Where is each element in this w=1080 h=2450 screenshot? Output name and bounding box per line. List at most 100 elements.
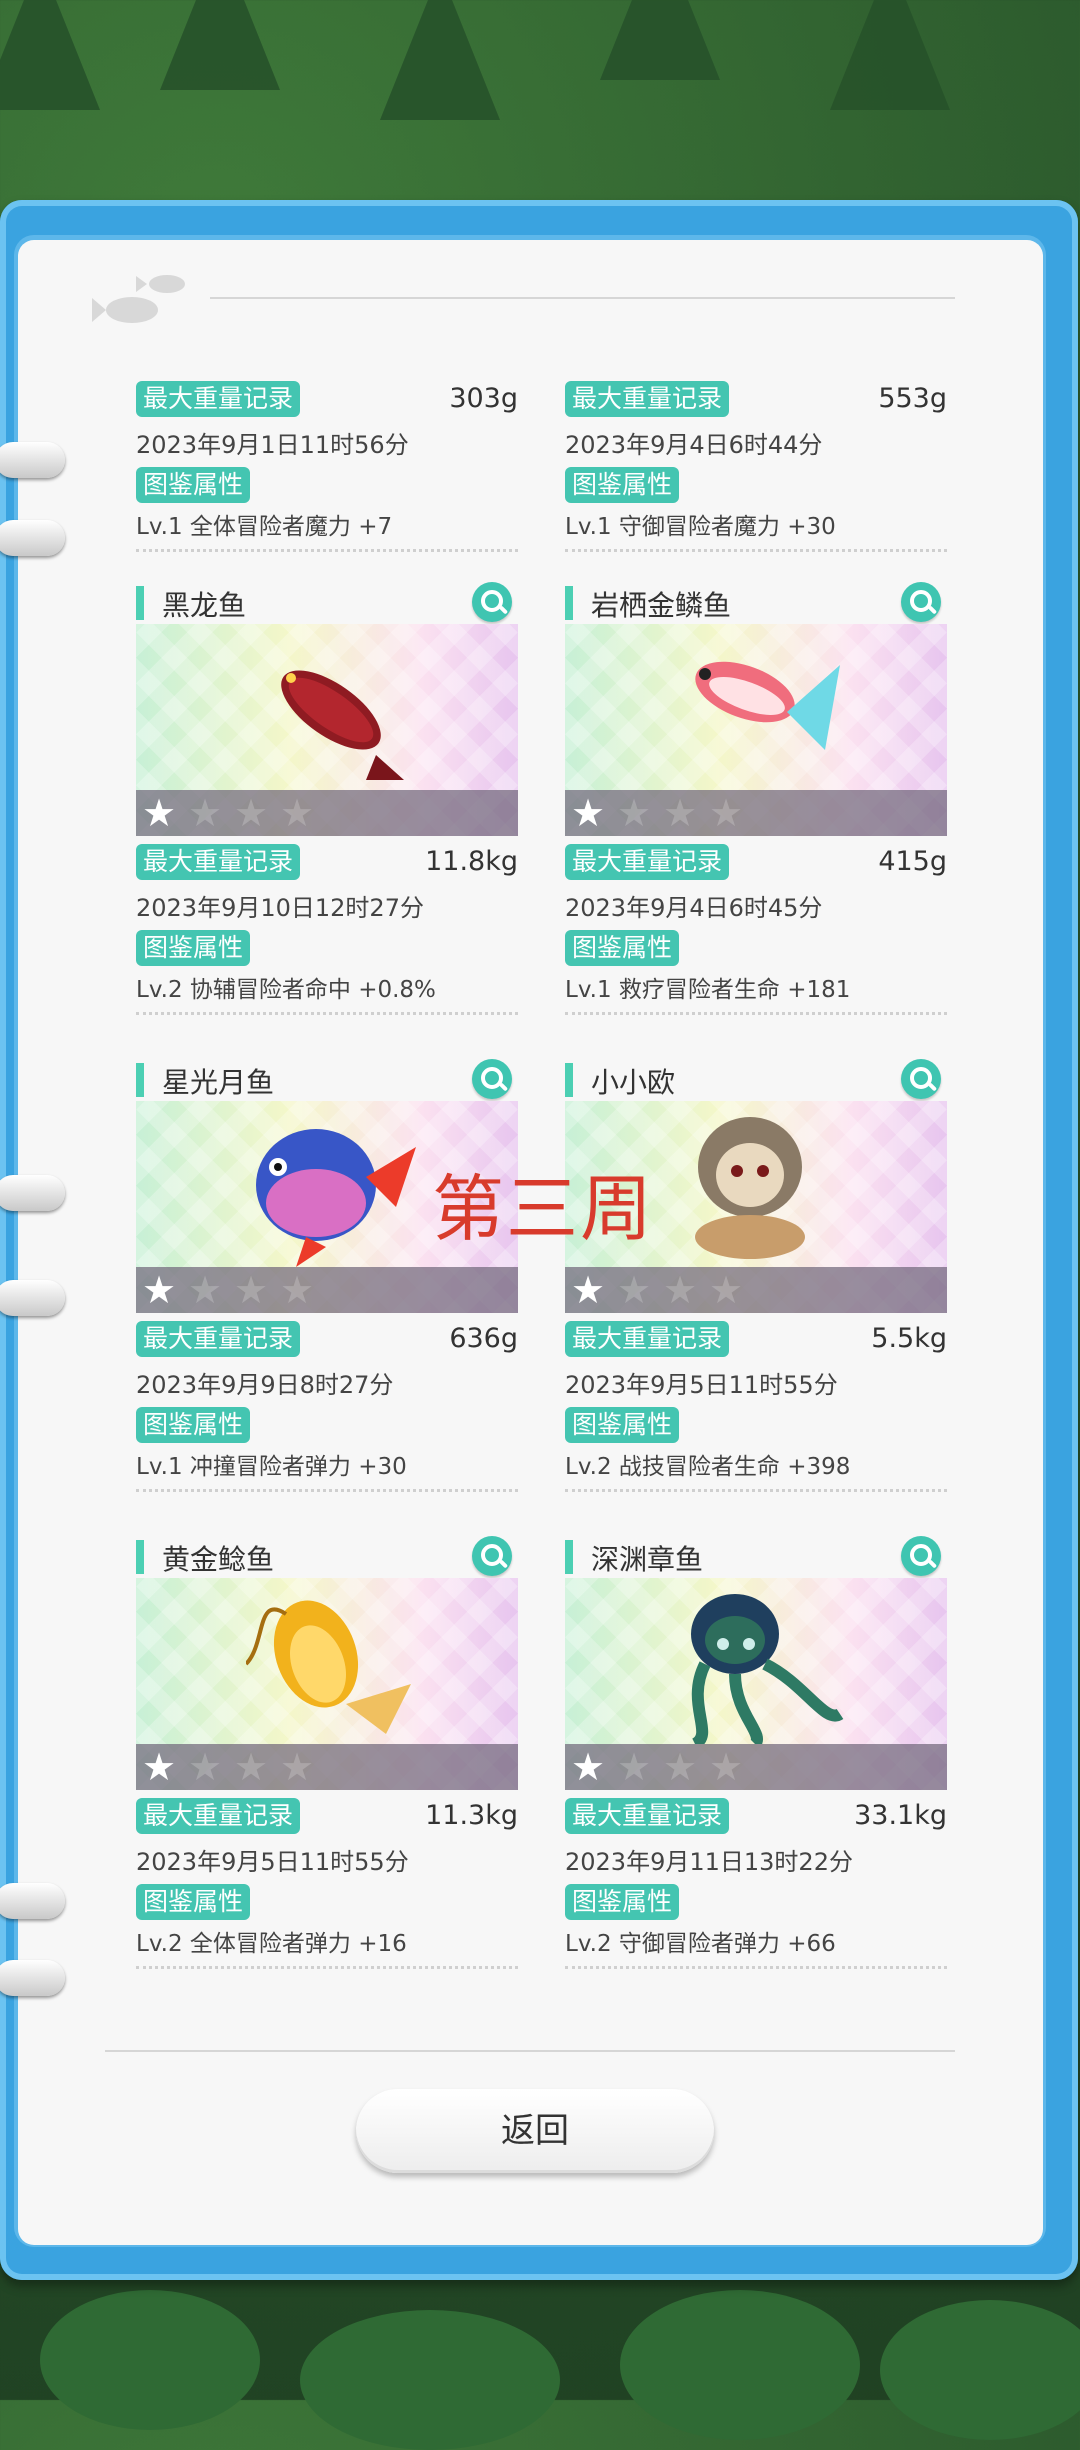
star-icon: ★ bbox=[142, 1745, 177, 1789]
attribute-tag: 图鉴属性 bbox=[136, 467, 251, 503]
attribute-tag: 图鉴属性 bbox=[136, 1407, 251, 1443]
title-accent-bar bbox=[565, 1063, 573, 1097]
star-icon: ★ bbox=[663, 791, 698, 835]
magnifier-icon[interactable] bbox=[901, 1536, 941, 1576]
attribute-tag: 图鉴属性 bbox=[565, 467, 680, 503]
weight-record-value: 11.3kg bbox=[425, 1800, 518, 1831]
magnifier-icon[interactable] bbox=[901, 582, 941, 622]
fish-title-row: 深渊章鱼 bbox=[565, 1534, 947, 1578]
star-icon: ★ bbox=[709, 791, 744, 835]
title-accent-bar bbox=[565, 586, 573, 620]
star-icon: ★ bbox=[280, 791, 315, 835]
weight-record-row: 最大重量记录 33.1kg bbox=[565, 1798, 947, 1840]
attribute-tag: 图鉴属性 bbox=[565, 1407, 680, 1443]
magnifier-icon[interactable] bbox=[472, 582, 512, 622]
fish-title-row: 黄金鲶鱼 bbox=[136, 1534, 518, 1578]
fish-logo-icon bbox=[92, 268, 202, 342]
fish-card[interactable]: 岩栖金鳞鱼 ★ ★ ★ ★ 最大重量记录 415g 2023年9月4日6时45分 图鉴… bbox=[565, 580, 947, 1015]
attribute-text: Lv.2 全体冒险者弹力 +16 bbox=[136, 1931, 407, 1957]
attribute-text: Lv.1 全体冒险者魔力 +7 bbox=[136, 514, 393, 540]
attribute-tag: 图鉴属性 bbox=[565, 1884, 680, 1920]
dotted-divider bbox=[136, 549, 518, 552]
fish-image-panel[interactable]: ★ ★ ★ ★ bbox=[136, 1578, 518, 1790]
back-button[interactable]: 返回 bbox=[356, 2089, 714, 2173]
rarity-stars: ★ ★ ★ ★ bbox=[565, 1744, 947, 1790]
weight-record-tag: 最大重量记录 bbox=[565, 381, 730, 417]
star-icon: ★ bbox=[617, 1745, 652, 1789]
fish-illustration bbox=[675, 1584, 845, 1750]
dotted-divider bbox=[136, 1489, 518, 1492]
rarity-stars: ★ ★ ★ ★ bbox=[136, 790, 518, 836]
magnifier-icon[interactable] bbox=[901, 1059, 941, 1099]
fish-title-row: 黑龙鱼 bbox=[136, 580, 518, 624]
fish-illustration bbox=[675, 1107, 825, 1271]
rarity-stars: ★ ★ ★ ★ bbox=[136, 1744, 518, 1790]
binder-ring bbox=[0, 520, 65, 556]
weight-record-value: 11.8kg bbox=[425, 846, 518, 877]
fish-card[interactable]: 星光月鱼 ★ ★ ★ ★ 最大重量记录 636g 2023年9月9日8时27分 图鉴属… bbox=[136, 1057, 518, 1492]
attribute-tag-row: 图鉴属性 bbox=[136, 930, 518, 970]
fish-image-panel[interactable]: ★ ★ ★ ★ bbox=[565, 624, 947, 836]
attribute-tag-row: 图鉴属性 bbox=[136, 1407, 518, 1447]
fish-title-row: 岩栖金鳞鱼 bbox=[565, 580, 947, 624]
star-icon: ★ bbox=[142, 791, 177, 835]
attribute-tag-row: 图鉴属性 bbox=[136, 467, 518, 507]
fish-card[interactable]: 黑龙鱼 ★ ★ ★ ★ 最大重量记录 11.8kg 2023年9月10日12时27分 … bbox=[136, 580, 518, 1015]
attribute-text: Lv.2 战技冒险者生命 +398 bbox=[565, 1454, 851, 1480]
rarity-stars: ★ ★ ★ ★ bbox=[565, 790, 947, 836]
weight-record-tag: 最大重量记录 bbox=[136, 381, 301, 417]
weight-record-row: 最大重量记录 11.8kg bbox=[136, 844, 518, 886]
star-icon: ★ bbox=[234, 1745, 269, 1789]
attribute-tag-row: 图鉴属性 bbox=[565, 467, 947, 507]
star-icon: ★ bbox=[663, 1745, 698, 1789]
fish-illustration bbox=[675, 630, 845, 784]
star-icon: ★ bbox=[571, 1268, 606, 1312]
fish-name: 黄金鲶鱼 bbox=[162, 1543, 275, 1576]
star-icon: ★ bbox=[280, 1268, 315, 1312]
record-date: 2023年9月9日8时27分 bbox=[136, 1371, 394, 1399]
dotted-divider bbox=[565, 1966, 947, 1969]
star-icon: ★ bbox=[571, 791, 606, 835]
star-icon: ★ bbox=[234, 1268, 269, 1312]
fish-image-panel[interactable]: ★ ★ ★ ★ bbox=[136, 624, 518, 836]
fish-name: 小小欧 bbox=[591, 1066, 676, 1099]
attribute-tag-row: 图鉴属性 bbox=[565, 1407, 947, 1447]
star-icon: ★ bbox=[280, 1745, 315, 1789]
attribute-tag-row: 图鉴属性 bbox=[136, 1884, 518, 1924]
dotted-divider bbox=[565, 1012, 947, 1015]
header-divider bbox=[210, 297, 955, 299]
weight-record-row: 最大重量记录 303g bbox=[136, 381, 518, 423]
magnifier-icon[interactable] bbox=[472, 1059, 512, 1099]
record-date: 2023年9月4日6时44分 bbox=[565, 431, 823, 459]
weight-record-value: 415g bbox=[878, 846, 947, 877]
star-icon: ★ bbox=[709, 1745, 744, 1789]
fish-card[interactable]: 最大重量记录 303g 2023年9月1日11时56分 图鉴属性 Lv.1 全体… bbox=[136, 373, 518, 552]
fish-card[interactable]: 深渊章鱼 ★ ★ ★ ★ 最大重量记录 33.1kg 2023年9月11日13时22分… bbox=[565, 1534, 947, 1969]
fish-card[interactable]: 黄金鲶鱼 ★ ★ ★ ★ 最大重量记录 11.3kg 2023年9月5日11时55分 … bbox=[136, 1534, 518, 1969]
fish-card[interactable]: 小小欧 ★ ★ ★ ★ 最大重量记录 5.5kg 2023年9月5日11时55分 图鉴… bbox=[565, 1057, 947, 1492]
fish-illustration bbox=[246, 1107, 416, 1271]
weight-record-row: 最大重量记录 5.5kg bbox=[565, 1321, 947, 1363]
attribute-text: Lv.1 守御冒险者魔力 +30 bbox=[565, 514, 836, 540]
weight-record-row: 最大重量记录 553g bbox=[565, 381, 947, 423]
magnifier-icon[interactable] bbox=[472, 1536, 512, 1576]
fish-card[interactable]: 最大重量记录 553g 2023年9月4日6时44分 图鉴属性 Lv.1 守御冒… bbox=[565, 373, 947, 552]
weight-record-row: 最大重量记录 11.3kg bbox=[136, 1798, 518, 1840]
weight-record-tag: 最大重量记录 bbox=[565, 844, 730, 880]
attribute-tag: 图鉴属性 bbox=[136, 1884, 251, 1920]
fish-image-panel[interactable]: ★ ★ ★ ★ bbox=[565, 1578, 947, 1790]
weight-record-tag: 最大重量记录 bbox=[565, 1321, 730, 1357]
star-icon: ★ bbox=[234, 791, 269, 835]
rarity-stars: ★ ★ ★ ★ bbox=[136, 1267, 518, 1313]
record-date: 2023年9月5日11时55分 bbox=[136, 1848, 409, 1876]
weight-record-tag: 最大重量记录 bbox=[565, 1798, 730, 1834]
fish-name: 黑龙鱼 bbox=[162, 589, 247, 622]
star-icon: ★ bbox=[709, 1268, 744, 1312]
attribute-text: Lv.2 守御冒险者弹力 +66 bbox=[565, 1931, 836, 1957]
fish-name: 深渊章鱼 bbox=[591, 1543, 704, 1576]
weight-record-row: 最大重量记录 636g bbox=[136, 1321, 518, 1363]
star-icon: ★ bbox=[617, 1268, 652, 1312]
binder-ring bbox=[0, 442, 65, 478]
fish-illustration bbox=[244, 1584, 416, 1748]
record-date: 2023年9月5日11时55分 bbox=[565, 1371, 838, 1399]
